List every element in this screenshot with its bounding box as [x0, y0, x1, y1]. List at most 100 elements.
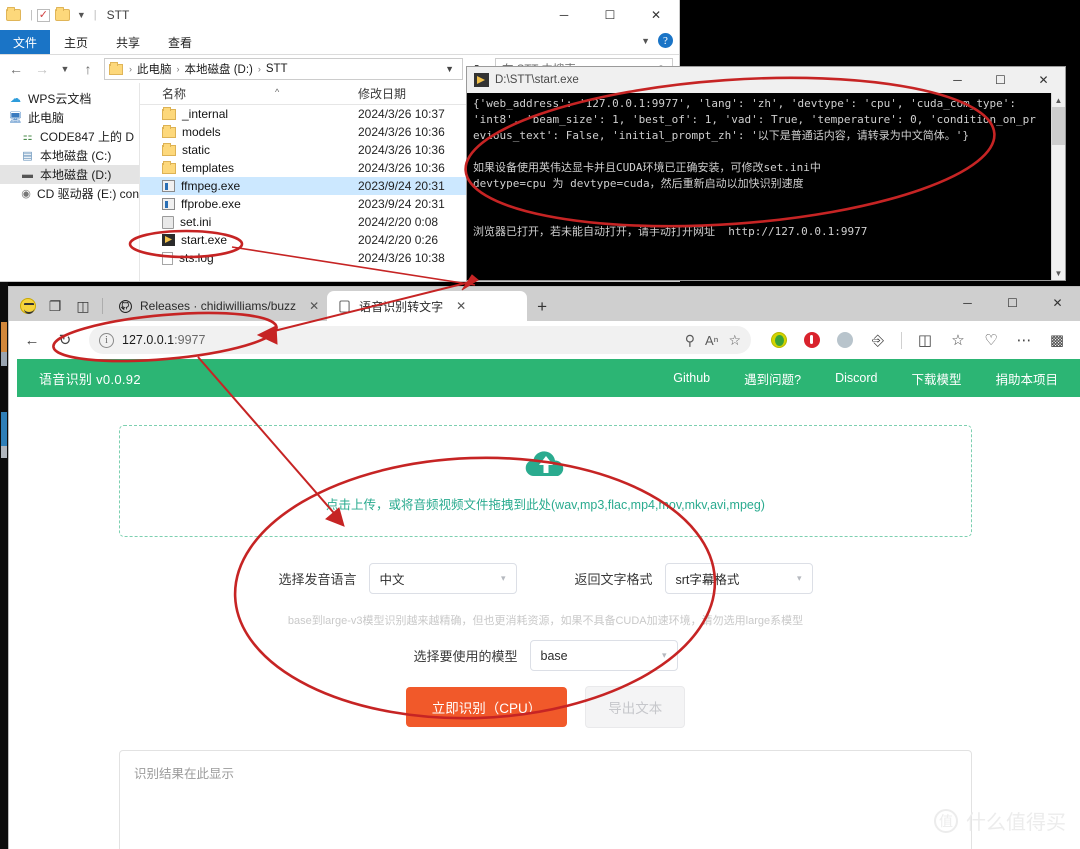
- checkbox-icon[interactable]: ✓: [36, 8, 50, 22]
- browser-essentials-icon[interactable]: ♡: [976, 326, 1006, 354]
- log-file-icon: [162, 251, 173, 265]
- favorites-icon[interactable]: ☆: [943, 326, 973, 354]
- nav-link-issues[interactable]: 遇到问题?: [744, 369, 801, 388]
- back-icon[interactable]: ←: [17, 326, 47, 354]
- file-name: models: [182, 125, 221, 139]
- result-textarea[interactable]: 识别结果在此显示: [119, 750, 972, 849]
- console-scrollbar[interactable]: ▲ ▼: [1051, 93, 1065, 280]
- scroll-up-icon[interactable]: ▲: [1052, 93, 1065, 107]
- network-drive-icon: ⚏: [22, 131, 33, 143]
- forward-icon[interactable]: →: [32, 61, 52, 77]
- model-select-label: 选择要使用的模型: [413, 649, 518, 664]
- sidebar-item-cd-drive[interactable]: ◉ CD 驱动器 (E:) con: [0, 184, 139, 203]
- close-icon[interactable]: ✕: [456, 299, 466, 313]
- site-info-icon[interactable]: i: [99, 332, 114, 348]
- sidebar-item-network-drive[interactable]: ⚏ CODE847 上的 D: [0, 127, 139, 146]
- chevron-down-icon[interactable]: ▼: [441, 64, 458, 74]
- console-line: devtype=cpu 为 devtype=cuda，然后重新启动以加快识别速度: [473, 177, 804, 190]
- favorite-star-icon[interactable]: ☆: [728, 332, 741, 349]
- language-select[interactable]: 中文 ▾: [368, 563, 517, 594]
- nav-link-github[interactable]: Github: [673, 371, 710, 385]
- format-select[interactable]: srt字幕格式 ▾: [664, 563, 813, 594]
- new-tab-button[interactable]: +: [527, 297, 557, 321]
- browser-window: ❐ ◫ Releases · chidiwilliams/buzz ✕ 语音识别…: [8, 286, 1080, 849]
- browser-minimize-button[interactable]: ─: [945, 287, 990, 319]
- browser-toolbar: ← ↻ i 127.0.0.1:9977 ⚲ Aⁿ ☆ ⎆ ◫ ☆ ♡ ⋯ ▩: [9, 321, 1080, 359]
- split-screen-icon[interactable]: ◫: [910, 326, 940, 354]
- address-bar-input[interactable]: i 127.0.0.1:9977 ⚲ Aⁿ ☆: [89, 326, 751, 354]
- console-minimize-button[interactable]: ─: [936, 67, 979, 93]
- url-port: :9977: [174, 333, 206, 347]
- result-placeholder: 识别结果在此显示: [134, 767, 235, 781]
- reload-icon[interactable]: ↻: [50, 326, 80, 354]
- export-text-button: 导出文本: [585, 686, 686, 728]
- console-close-button[interactable]: ✕: [1022, 67, 1065, 93]
- breadcrumb-drive-d[interactable]: 本地磁盘 (D:): [183, 61, 255, 77]
- web-page-content: 语音识别 v0.0.92 Github 遇到问题? Discord 下载模型 捐…: [17, 359, 1080, 849]
- read-aloud-icon[interactable]: Aⁿ: [705, 333, 718, 348]
- explorer-minimize-button[interactable]: ─: [541, 0, 587, 30]
- console-line: 如果设备使用英伟达显卡并且CUDA环境已正确安装，可修改set.ini中: [473, 161, 821, 174]
- up-icon[interactable]: ↑: [78, 61, 98, 77]
- extension-gray-icon[interactable]: [830, 326, 860, 354]
- tab-preview-icon[interactable]: ❐: [41, 291, 69, 321]
- executable-icon: [162, 198, 175, 210]
- extension-red-icon[interactable]: [797, 326, 827, 354]
- sort-ascending-icon: ^: [275, 87, 280, 97]
- sidebar-item-wps-cloud[interactable]: ☁ WPS云文档: [0, 89, 139, 108]
- main-content: 点击上传，或将音频视频文件拖拽到此处(wav,mp3,flac,mp4,mov,…: [17, 397, 1080, 728]
- collections-icon[interactable]: ⎆: [863, 326, 893, 354]
- new-folder-icon[interactable]: [54, 7, 70, 21]
- sidebar-item-label: CD 驱动器 (E:) con: [36, 187, 139, 201]
- nav-link-download-models[interactable]: 下载模型: [911, 369, 961, 388]
- file-upload-dropzone[interactable]: 点击上传，或将音频视频文件拖拽到此处(wav,mp3,flac,mp4,mov,…: [119, 425, 972, 537]
- browser-tab-speech-recognition[interactable]: 语音识别转文字 ✕: [327, 291, 528, 321]
- zoom-out-icon[interactable]: ⚲: [685, 332, 695, 349]
- options-row: 选择发音语言 中文 ▾ 返回文字格式 srt字幕格式 ▾: [119, 563, 972, 594]
- breadcrumb-this-pc[interactable]: 此电脑: [135, 61, 174, 77]
- address-input[interactable]: › 此电脑 › 本地磁盘 (D:) › STT ▼: [104, 58, 463, 80]
- column-header-name[interactable]: 名称 ^: [140, 85, 358, 102]
- explorer-window-controls: ─ ☐ ✕: [541, 0, 679, 30]
- scrollbar-thumb[interactable]: [1052, 107, 1065, 145]
- file-name: static: [182, 143, 211, 157]
- breadcrumb-stt[interactable]: STT: [264, 63, 290, 75]
- model-row: 选择要使用的模型 base ▾: [119, 640, 972, 671]
- console-window-controls: ─ ☐ ✕: [936, 67, 1065, 93]
- browser-close-button[interactable]: ✕: [1035, 287, 1080, 319]
- extension-green-icon[interactable]: [764, 326, 794, 354]
- recent-locations-icon[interactable]: ▼: [58, 64, 72, 74]
- close-icon[interactable]: ✕: [309, 299, 319, 313]
- sidebar-item-disk-d[interactable]: ▬ 本地磁盘 (D:): [0, 165, 139, 184]
- console-output: {'web_address': '127.0.0.1:9977', 'lang'…: [467, 93, 1065, 280]
- ribbon-tab-home[interactable]: 主页: [50, 30, 102, 54]
- chevron-down-icon[interactable]: ▼: [641, 36, 650, 46]
- model-select-value: base: [540, 648, 568, 663]
- site-brand: 语音识别 v0.0.92: [39, 371, 141, 387]
- console-maximize-button[interactable]: ☐: [979, 67, 1022, 93]
- chevron-down-icon: ▾: [796, 573, 802, 583]
- scroll-down-icon[interactable]: ▼: [1052, 266, 1065, 280]
- ribbon-tab-view[interactable]: 查看: [154, 30, 206, 54]
- sidebar-toggle-icon[interactable]: ▩: [1042, 326, 1072, 354]
- model-select[interactable]: base ▾: [529, 640, 678, 671]
- more-options-icon[interactable]: ⋯: [1009, 326, 1039, 354]
- console-line: 'int8', 'beam_size': 1, 'best_of': 1, 'v…: [473, 113, 1036, 126]
- chevron-down-icon[interactable]: ▼: [77, 10, 86, 20]
- vertical-tabs-icon[interactable]: ◫: [69, 291, 97, 321]
- browser-tab-buzz[interactable]: Releases · chidiwilliams/buzz ✕: [108, 291, 327, 321]
- profile-avatar[interactable]: [15, 291, 41, 321]
- explorer-close-button[interactable]: ✕: [633, 0, 679, 30]
- explorer-maximize-button[interactable]: ☐: [587, 0, 633, 30]
- browser-maximize-button[interactable]: ☐: [990, 287, 1035, 319]
- sidebar-item-disk-c[interactable]: ▤ 本地磁盘 (C:): [0, 146, 139, 165]
- file-name: set.ini: [180, 215, 212, 229]
- help-icon[interactable]: ?: [658, 33, 673, 48]
- nav-link-discord[interactable]: Discord: [835, 371, 877, 385]
- nav-link-donate[interactable]: 捐助本项目: [995, 369, 1058, 388]
- recognize-now-button[interactable]: 立即识别（CPU）: [405, 687, 568, 727]
- ribbon-tab-share[interactable]: 共享: [102, 30, 154, 54]
- back-icon[interactable]: ←: [6, 61, 26, 77]
- ribbon-tab-file[interactable]: 文件: [0, 30, 51, 54]
- sidebar-item-this-pc[interactable]: 🖥 此电脑: [0, 108, 139, 127]
